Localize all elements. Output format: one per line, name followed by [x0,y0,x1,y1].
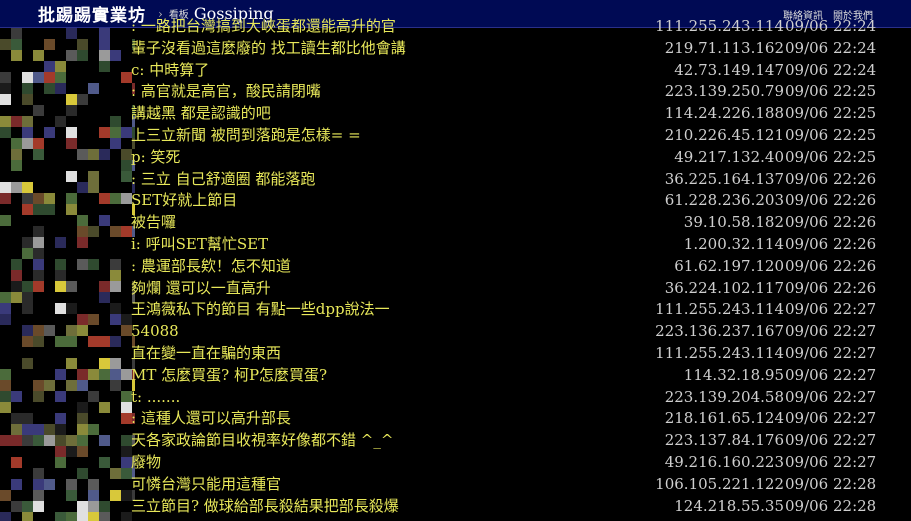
push-time: 09/06 22:28 [785,474,877,493]
push-ip: 111.255.243.114 [655,17,784,35]
push-content: : 這種人還可以高升部長 [131,409,291,428]
push-row: p: 笑死 49.217.132.40 09/06 22:25 [0,147,911,169]
push-content: p: 笑死 [131,147,181,166]
push-time: 09/06 22:24 [785,38,877,57]
push-ip: 124.218.55.35 [674,496,784,515]
push-content: : 一路把台灣搞到大峽蛋都還能高升的官 [131,17,396,35]
push-time: 09/06 22:26 [785,278,877,297]
push-row: : 三立 自己舒適圈 都能落跑 36.225.164.137 09/06 22:26 [0,169,911,191]
push-row: : 農運部長欸！怎不知道 61.62.197.120 09/06 22:26 [0,256,911,278]
push-content: : 三立 自己舒適圈 都能落跑 [131,169,316,188]
push-content: 輩子沒看過這麼廢的 找工讀生都比他會講 [131,38,406,57]
push-ip: 42.73.149.147 [674,60,784,79]
push-ip: 111.255.243.114 [655,300,784,319]
push-time: 09/06 22:27 [785,409,877,428]
push-ip: 223.139.204.58 [664,387,784,406]
push-time: 09/06 22:25 [785,125,877,144]
push-time: 09/06 22:25 [785,104,877,123]
push-content: 54088 [131,322,179,341]
push-ip: 210.226.45.121 [664,125,784,144]
push-time: 09/06 22:28 [785,496,877,515]
push-row: 上三立新聞 被問到落跑是怎樣= = 210.226.45.121 09/06 22:… [0,125,911,147]
push-time: 09/06 22:27 [785,387,877,406]
push-row: c: 中時算了 42.73.149.147 09/06 22:24 [0,60,911,82]
push-time: 09/06 22:25 [785,82,877,101]
push-ip: 219.71.113.162 [664,38,784,57]
push-row: 天各家政論節目收視率好像都不錯 ^_^ 223.137.84.176 09/06 2… [0,430,911,452]
push-ip: 49.216.160.223 [664,452,784,471]
push-time: 09/06 22:25 [785,147,877,166]
push-ip: 106.105.221.122 [655,474,784,493]
push-ip: 61.62.197.120 [674,256,784,275]
push-content: i: 呼叫SET幫忙SET [131,234,269,253]
push-row: i: 呼叫SET幫忙SET 1.200.32.114 09/06 22:26 [0,234,911,256]
push-row: 54088 223.136.237.167 09/06 22:27 [0,321,911,343]
push-content: : 農運部長欸！怎不知道 [131,256,291,275]
push-ip: 223.136.237.167 [655,322,784,341]
push-row: 王鴻薇私下的節目 有點一些dpp說法一 111.255.243.114 09/06 … [0,299,911,321]
push-content: 可憐台灣只能用這種官 [131,474,282,493]
push-ip: 114.32.18.95 [683,365,784,384]
push-row: : 一路把台灣搞到大峽蛋都還能高升的官 111.255.243.114 09/06 … [0,16,911,38]
push-time: 09/06 22:27 [785,431,877,450]
push-ip: 61.228.236.203 [664,191,784,210]
push-row: 直在變一直在騙的東西 111.255.243.114 09/06 22:27 [0,343,911,365]
push-content: t: ....... [131,387,181,406]
push-content: 三立節目? 做球給部長殺結果把部長殺爆 [131,496,399,515]
push-ip: 114.24.226.188 [664,104,784,123]
push-row: t: ....... 223.139.204.58 09/06 22:27 [0,387,911,409]
push-content: 天各家政論節目收視率好像都不錯 ^_^ [131,431,394,450]
push-content: 廢物 [131,452,162,471]
push-row: MT 怎麼買蛋? 柯P怎麼買蛋? 114.32.18.95 09/06 22:27 [0,365,911,387]
push-time: 09/06 22:26 [785,213,877,232]
push-time: 09/06 22:24 [785,60,877,79]
push-row: 三立節目? 做球給部長殺結果把部長殺爆 124.218.55.35 09/06 22… [0,496,911,518]
push-time: 09/06 22:26 [785,234,877,253]
push-time: 09/06 22:27 [785,343,877,362]
push-content: 講越黑 都是認識的吧 [131,104,271,123]
push-row: SET好就上節目 61.228.236.203 09/06 22:26 [0,190,911,212]
push-row: 廢物 49.216.160.223 09/06 22:27 [0,452,911,474]
push-time: 09/06 22:27 [785,365,877,384]
push-time: 09/06 22:24 [785,17,877,35]
push-time: 09/06 22:26 [785,256,877,275]
push-content: c: 中時算了 [131,60,210,79]
push-content: 直在變一直在騙的東西 [131,343,282,362]
push-ip: 49.217.132.40 [674,147,784,166]
push-content: 被告囉 [131,213,177,232]
push-row: 講越黑 都是認識的吧 114.24.226.188 09/06 22:25 [0,103,911,125]
push-time: 09/06 22:27 [785,300,877,319]
push-content: MT 怎麼買蛋? 柯P怎麼買蛋? [131,365,328,384]
push-content: : 高官就是高官，酸民請閉嘴 [131,82,321,101]
push-row: 輩子沒看過這麼廢的 找工讀生都比他會講 219.71.113.162 09/06 2… [0,38,911,60]
push-ip: 36.225.164.137 [664,169,784,188]
push-time: 09/06 22:26 [785,169,877,188]
push-row: 夠爛 還可以一直高升 36.224.102.117 09/06 22:26 [0,278,911,300]
push-content: 上三立新聞 被問到落跑是怎樣= = [131,125,361,144]
push-ip: 39.10.58.182 [683,213,784,232]
push-time: 09/06 22:26 [785,191,877,210]
push-list: : 一路把台灣搞到大峽蛋都還能高升的官 111.255.243.114 09/06 … [0,17,911,518]
push-content: 王鴻薇私下的節目 有點一些dpp說法一 [131,300,390,319]
push-ip: 223.137.84.176 [664,431,784,450]
push-time: 09/06 22:27 [785,322,877,341]
push-ip: 1.200.32.114 [683,234,784,253]
push-ip: 223.139.250.79 [664,82,784,101]
push-time: 09/06 22:27 [785,452,877,471]
push-row: : 高官就是高官，酸民請閉嘴 223.139.250.79 09/06 22:25 [0,81,911,103]
push-row: : 這種人還可以高升部長 218.161.65.124 09/06 22:27 [0,408,911,430]
push-ip: 36.224.102.117 [664,278,784,297]
push-ip: 111.255.243.114 [655,343,784,362]
push-ip: 218.161.65.124 [664,409,784,428]
push-row: 可憐台灣只能用這種官 106.105.221.122 09/06 22:28 [0,474,911,496]
push-row: 被告囉 39.10.58.182 09/06 22:26 [0,212,911,234]
push-content: SET好就上節目 [131,191,238,210]
push-content: 夠爛 還可以一直高升 [131,278,271,297]
